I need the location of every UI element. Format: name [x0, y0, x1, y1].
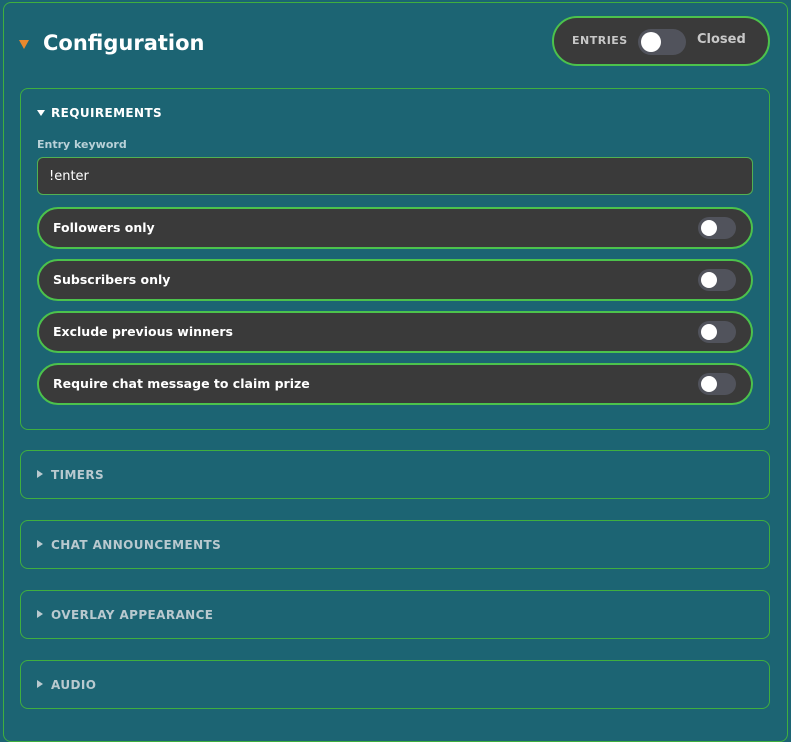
section-title: REQUIREMENTS	[51, 106, 163, 120]
toggle-knob	[701, 220, 717, 236]
option-followers-only[interactable]: Followers only	[37, 207, 753, 249]
triangle-right-icon	[37, 610, 43, 618]
require-chat-message-toggle[interactable]	[698, 373, 736, 395]
page-title[interactable]: Configuration	[43, 31, 204, 55]
option-exclude-previous-winners[interactable]: Exclude previous winners	[37, 311, 753, 353]
option-label: Subscribers only	[53, 272, 171, 287]
section-title: CHAT ANNOUNCEMENTS	[51, 538, 222, 552]
entry-keyword-label: Entry keyword	[37, 138, 127, 151]
triangle-right-icon	[37, 470, 43, 478]
exclude-previous-winners-toggle[interactable]	[698, 321, 736, 343]
section-header-chat-announcements[interactable]: CHAT ANNOUNCEMENTS	[37, 538, 221, 552]
section-header-timers[interactable]: TIMERS	[37, 468, 104, 482]
section-header-overlay-appearance[interactable]: OVERLAY APPEARANCE	[37, 608, 213, 622]
toggle-knob	[641, 32, 661, 52]
entries-label: ENTRIES	[572, 34, 628, 47]
toggle-knob	[701, 376, 717, 392]
option-label: Exclude previous winners	[53, 324, 233, 339]
section-title: AUDIO	[51, 678, 97, 692]
triangle-right-icon	[37, 540, 43, 548]
triangle-down-icon	[37, 110, 45, 116]
option-label: Followers only	[53, 220, 155, 235]
option-label: Require chat message to claim prize	[53, 376, 310, 391]
section-title: OVERLAY APPEARANCE	[51, 608, 214, 622]
section-overlay-appearance[interactable]: OVERLAY APPEARANCE	[20, 590, 770, 639]
entries-toggle[interactable]	[638, 29, 686, 55]
toggle-knob	[701, 272, 717, 288]
entries-status: Closed	[697, 32, 746, 47]
caret-down-icon[interactable]	[19, 40, 29, 49]
option-subscribers-only[interactable]: Subscribers only	[37, 259, 753, 301]
entry-keyword-input[interactable]	[37, 157, 753, 195]
section-audio[interactable]: AUDIO	[20, 660, 770, 709]
section-header-audio[interactable]: AUDIO	[37, 678, 96, 692]
followers-only-toggle[interactable]	[698, 217, 736, 239]
section-title: TIMERS	[51, 468, 105, 482]
option-require-chat-message[interactable]: Require chat message to claim prize	[37, 363, 753, 405]
section-requirements: REQUIREMENTS Entry keyword Followers onl…	[20, 88, 770, 430]
triangle-right-icon	[37, 680, 43, 688]
section-chat-announcements[interactable]: CHAT ANNOUNCEMENTS	[20, 520, 770, 569]
entries-control: ENTRIES Closed	[552, 16, 770, 66]
toggle-knob	[701, 324, 717, 340]
subscribers-only-toggle[interactable]	[698, 269, 736, 291]
section-header-requirements[interactable]: REQUIREMENTS	[37, 106, 162, 120]
section-timers[interactable]: TIMERS	[20, 450, 770, 499]
